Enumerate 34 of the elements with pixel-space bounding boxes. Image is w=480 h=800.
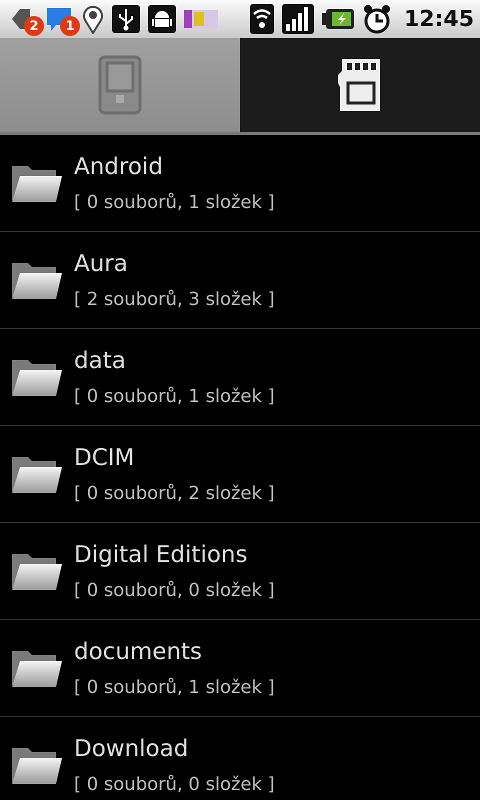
folder-name: DCIM <box>74 444 136 470</box>
alarm-clock-icon <box>362 4 392 34</box>
wifi-icon <box>250 4 274 34</box>
folder-info: [ 0 souborů, 0 složek ] <box>74 774 275 794</box>
notification-count: 1 <box>60 16 80 36</box>
folder-row[interactable]: Download [ 0 souborů, 0 složek ] <box>0 717 480 800</box>
folder-info: [ 0 souborů, 2 složek ] <box>74 482 275 504</box>
folder-row[interactable]: data [ 0 souborů, 1 složek ] <box>0 329 480 426</box>
folder-name: documents <box>74 638 204 664</box>
folder-info: [ 0 souborů, 1 složek ] <box>74 192 275 212</box>
notification-count: 2 <box>24 16 44 36</box>
folder-info: [ 0 souborů, 1 složek ] <box>74 676 275 698</box>
folder-row[interactable]: Android [ 0 souborů, 1 složek ] <box>0 135 480 232</box>
folder-name: Download <box>74 736 190 762</box>
sd-card-icon <box>338 57 382 113</box>
folder-name: data <box>74 348 127 374</box>
battery-charging-icon <box>322 8 354 30</box>
folder-row[interactable]: Digital Editions [ 0 souborů, 0 složek ] <box>0 523 480 620</box>
usb-icon <box>112 5 140 33</box>
folder-row[interactable]: DCIM [ 0 souborů, 2 složek ] <box>0 426 480 523</box>
folder-info: [ 2 souborů, 3 složek ] <box>74 288 275 310</box>
folder-info: [ 0 souborů, 0 složek ] <box>74 580 275 600</box>
folder-name: Android <box>74 154 164 180</box>
clock-time: 12:45 <box>404 6 474 32</box>
location-pin-icon <box>82 4 104 34</box>
storage-tab[interactable] <box>240 38 480 132</box>
folder-name: Aura <box>74 250 129 276</box>
android-icon <box>148 5 176 33</box>
signal-icon <box>282 4 314 34</box>
folder-name: Digital Editions <box>74 542 248 568</box>
phone-icon <box>98 55 142 115</box>
folder-row[interactable]: documents [ 0 souborů, 1 složek ] <box>0 620 480 717</box>
folder-row[interactable]: Aura [ 2 souborů, 3 složek ] <box>0 232 480 329</box>
folder-info: [ 0 souborů, 1 složek ] <box>74 386 275 406</box>
